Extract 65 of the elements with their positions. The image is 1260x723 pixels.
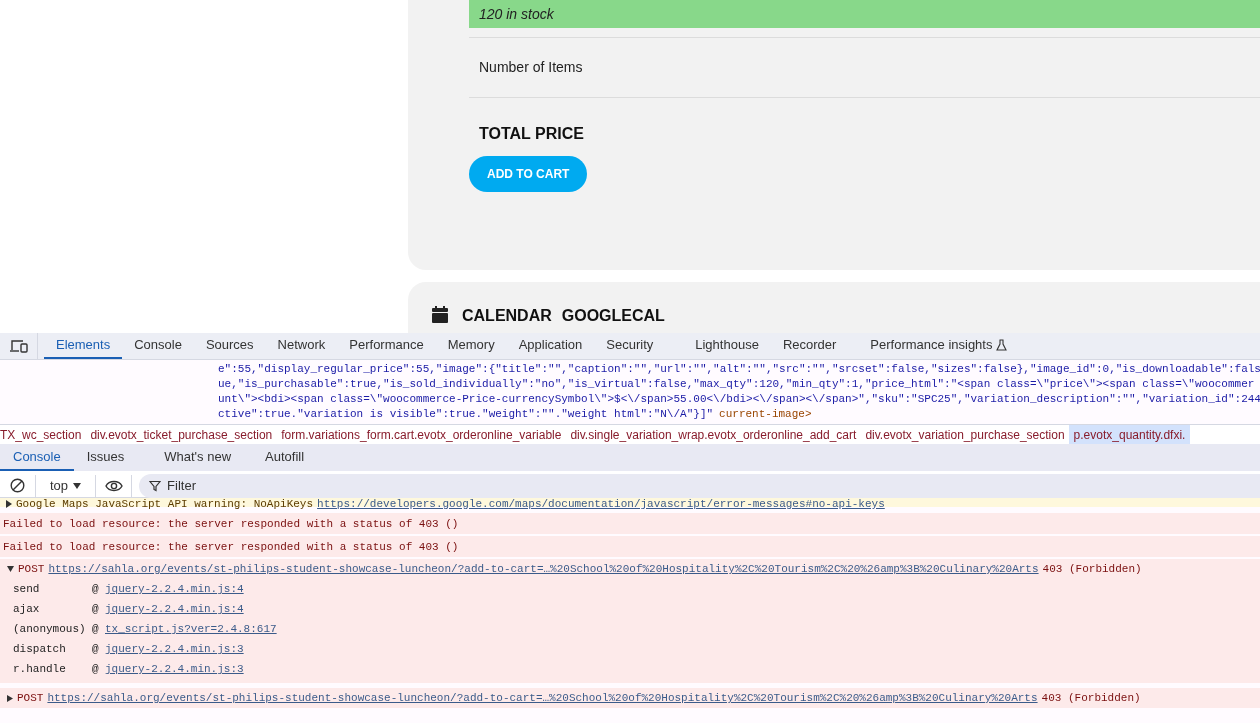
code-line: unt\"><bdi><span class=\"woocommerce-Price-currencySymbol\">$<\/span>55.00<\/bdi><\/span><\/span>","sku":"SPC25","variation_description":"","variation_id":244 <box>218 392 1260 407</box>
function-name: r.handle <box>13 662 67 677</box>
total-price-label: TOTAL PRICE <box>479 124 584 144</box>
device-toolbar-icon[interactable] <box>9 339 28 353</box>
at-sign: @ <box>92 662 100 677</box>
context-selector[interactable]: top <box>36 474 97 497</box>
link[interactable]: jquery-2.2.4.min.js:3 <box>105 659 244 679</box>
devtools-tab[interactable]: Security <box>594 333 666 359</box>
function-name: send <box>13 582 41 597</box>
status-text: 403 (Forbidden) <box>1041 691 1141 706</box>
breadcrumb-item[interactable]: div.evotx_variation_purchase_section <box>860 425 1070 444</box>
code-line: ctive":true."variation is visible":true."weight":""."weight html":"N\/A"}]" <box>218 407 714 422</box>
link[interactable]: https://developers.google.com/maps/documentation/javascript/error-messages#no-api-keys <box>317 498 885 511</box>
devtools-tab[interactable]: Network <box>265 333 338 359</box>
breadcrumb-item[interactable]: TX_wc_section <box>0 425 86 444</box>
calendar-icon <box>432 306 448 323</box>
at-sign: @ <box>92 602 100 617</box>
code-line: ue,"is_purchasable":true,"is_sold_individually":"no","is_virtual":false,"max_qty":120,"min_qty":1,"price_html":"<span class=\"price\"><span class=\"woocommer <box>218 377 1255 392</box>
devtools-tab[interactable]: Performance insights <box>858 333 1020 359</box>
request-method: POST <box>18 562 45 577</box>
clear-icon <box>10 478 25 493</box>
drawer-tab[interactable]: What's new <box>151 444 245 471</box>
collapse-arrow-icon[interactable] <box>7 566 14 572</box>
devtools-tab[interactable]: Recorder <box>770 333 849 359</box>
caret-icon <box>73 482 82 489</box>
filter-field[interactable]: Filter <box>139 473 1260 498</box>
request-method: POST <box>17 691 44 706</box>
status-text: 403 (Forbidden) <box>1042 562 1142 577</box>
link[interactable]: https://sahla.org/events/st-philips-student-showcase-luncheon/?add-to-cart=…%20School%20of%20Hospitality%2C%20Tourism%2C%20%26amp%3B%20Culinary%20Arts <box>48 559 1039 579</box>
at-sign: @ <box>92 622 100 637</box>
attribute-name: current-image> <box>719 407 812 422</box>
breadcrumb-item[interactable]: div.evotx_ticket_purchase_section <box>85 425 277 444</box>
link[interactable]: jquery-2.2.4.min.js:4 <box>105 579 244 599</box>
breadcrumb-item[interactable]: div.single_variation_wrap.evotx_orderonline_add_cart <box>565 425 861 444</box>
calendar-heading: CALENDAR <box>462 306 552 326</box>
link[interactable]: https://sahla.org/events/st-philips-student-showcase-luncheon/?add-to-cart=…%20School%20of%20Hospitality%2C%20Tourism%2C%20%26amp%3B%20Culinary%20Arts <box>47 688 1038 708</box>
quantity-label: Number of Items <box>479 58 583 77</box>
flask-icon <box>996 339 1008 351</box>
devtools-tab[interactable]: Lighthouse <box>683 333 771 359</box>
devtools-tab[interactable]: Application <box>506 333 595 359</box>
link[interactable]: jquery-2.2.4.min.js:4 <box>105 599 244 619</box>
breadcrumb-item[interactable]: form.variations_form.cart.evotx_orderonline_variable <box>276 425 566 444</box>
breadcrumb-item[interactable]: p.evotx_quantity.dfxi. <box>1069 425 1190 444</box>
warning-text: Google Maps JavaScript API warning: NoApiKeys <box>16 498 314 511</box>
function-name: (anonymous) <box>13 622 87 637</box>
link[interactable]: tx_script.js?ver=2.4.8:617 <box>105 619 277 639</box>
at-sign: @ <box>92 582 100 597</box>
at-sign: @ <box>92 642 100 657</box>
devtools-tab[interactable]: Performance <box>337 333 436 359</box>
drawer-tab[interactable]: Issues <box>73 444 138 471</box>
drawer-tab[interactable]: Autofill <box>252 444 318 471</box>
stock-notice: 120 in stock <box>469 0 1260 28</box>
expand-arrow-icon[interactable] <box>6 500 12 508</box>
code-line: e":55,"display_regular_price":55,"image":{"title":"","caption":"","url":"","alt":"","src":"","srcset":false,"sizes":false},"image_id":0,"is_downloadable":fals <box>218 362 1260 377</box>
function-name: dispatch <box>13 642 67 657</box>
error-text: Failed to load resource: the server responded with a status of 403 () <box>3 539 459 555</box>
error-text: Failed to load resource: the server responded with a status of 403 () <box>3 516 459 532</box>
devtools-tab[interactable]: Sources <box>193 333 266 359</box>
devtools-tab[interactable]: Memory <box>435 333 507 359</box>
function-name: ajax <box>13 602 41 617</box>
calendar-heading: GOOGLECAL <box>561 306 665 326</box>
devtools-tab[interactable]: Console <box>122 333 194 359</box>
link[interactable]: jquery-2.2.4.min.js:3 <box>105 639 244 659</box>
expand-arrow-icon[interactable] <box>7 694 13 702</box>
eye-icon <box>104 479 123 492</box>
